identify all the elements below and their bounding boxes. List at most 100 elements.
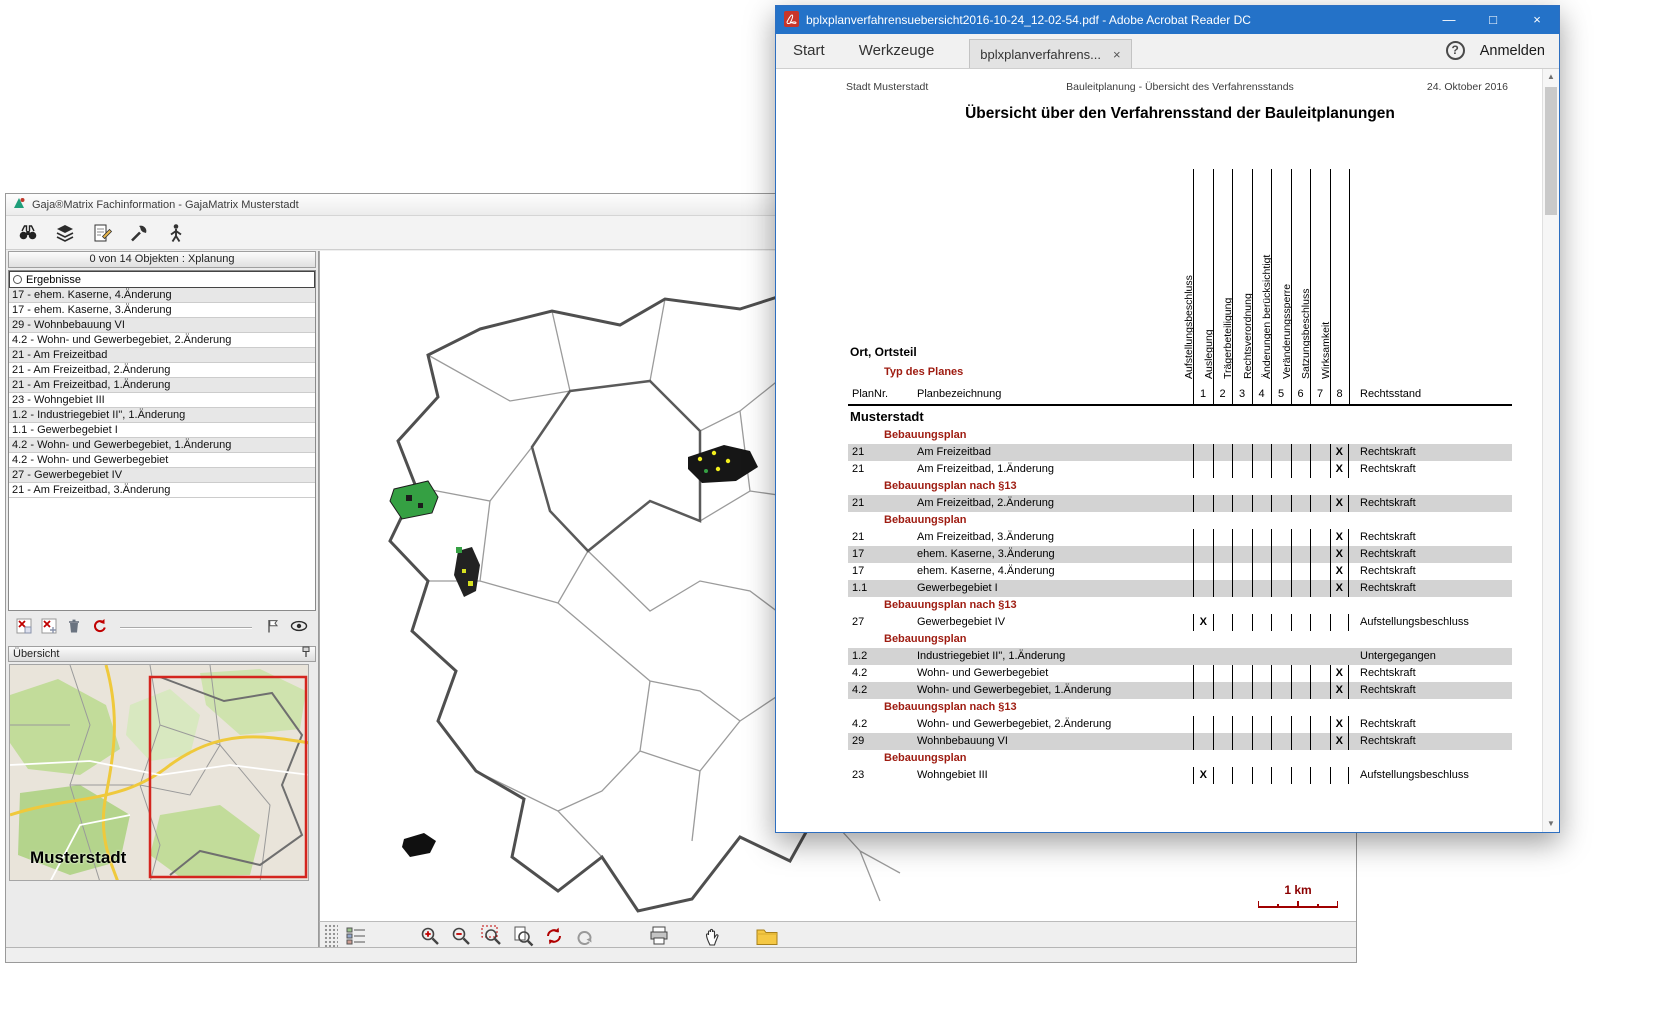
zoom-in-icon[interactable]: [417, 924, 443, 948]
tools-icon[interactable]: [127, 221, 151, 245]
label-rechtsstand: Rechtsstand: [1360, 388, 1421, 400]
plan-row: 1.2Industriegebiet II", 1.ÄnderungUnterg…: [848, 648, 1512, 665]
result-item[interactable]: 4.2 - Wohn- und Gewerbegebiet, 2.Änderun…: [9, 333, 315, 348]
scroll-thumb[interactable]: [1545, 87, 1557, 215]
plan-row: 21Am Freizeitbad, 3.ÄnderungXRechtskraft: [848, 529, 1512, 546]
mark-cell-8: X: [1330, 444, 1350, 461]
tab-werkzeuge[interactable]: Werkzeuge: [842, 33, 952, 68]
acrobat-titlebar[interactable]: bplxplanverfahrensuebersicht2016-10-24_1…: [776, 6, 1559, 34]
mark-cell-6: [1291, 733, 1311, 750]
delete-all-icon[interactable]: [41, 618, 57, 639]
mark-cell-2: [1213, 733, 1233, 750]
result-item[interactable]: 1.1 - Gewerbegebiet I: [9, 423, 315, 438]
mark-cell-6: [1291, 461, 1311, 478]
close-button[interactable]: ×: [1515, 6, 1559, 34]
plan-row: 21Am Freizeitbad, 1.ÄnderungXRechtskraft: [848, 461, 1512, 478]
plan-number: 17: [852, 565, 864, 577]
result-item[interactable]: 21 - Am Freizeitbad, 2.Änderung: [9, 363, 315, 378]
mark-cell-2: [1213, 546, 1233, 563]
plan-row: 4.2Wohn- und Gewerbegebiet, 1.ÄnderungXR…: [848, 682, 1512, 699]
mark-cell-6: [1291, 767, 1311, 784]
reset-icon[interactable]: [91, 618, 107, 639]
plan-number: 4.2: [852, 684, 867, 696]
results-root[interactable]: Ergebnisse: [9, 271, 315, 288]
zoom-extent-icon[interactable]: [510, 924, 536, 948]
mark-cell-6: [1291, 614, 1311, 631]
open-folder-icon[interactable]: [754, 924, 780, 948]
column-label-1: Aufstellungsbeschluss: [1182, 275, 1197, 379]
results-root-icon: [13, 275, 22, 284]
status-marks: X: [1193, 682, 1349, 699]
rechtsstand-value: Aufstellungsbeschluss: [1360, 616, 1469, 628]
pdf-header-right: 24. Oktober 2016: [1427, 81, 1508, 93]
pdf-rows: Bebauungsplan21Am FreizeitbadXRechtskraf…: [848, 427, 1512, 784]
mark-cell-3: [1232, 529, 1252, 546]
help-icon[interactable]: ?: [1446, 41, 1465, 60]
notes-icon[interactable]: [90, 221, 114, 245]
document-tab[interactable]: bplxplanverfahrens... ×: [969, 39, 1131, 68]
zoom-window-icon[interactable]: [479, 924, 505, 948]
mark-cell-2: [1213, 716, 1233, 733]
mark-cell-8: X: [1330, 716, 1350, 733]
column-label-4: Rechtsverordnung: [1241, 293, 1256, 379]
result-item[interactable]: 27 - Gewerbegebiet IV: [9, 468, 315, 483]
column-number-7: 7: [1310, 388, 1330, 400]
search-icon[interactable]: [16, 221, 40, 245]
trash-icon[interactable]: [66, 618, 82, 639]
mark-cell-1: [1193, 665, 1213, 682]
mark-cell-3: [1232, 444, 1252, 461]
print-icon[interactable]: [646, 924, 672, 948]
result-item[interactable]: 17 - ehem. Kaserne, 3.Änderung: [9, 303, 315, 318]
scroll-down-icon[interactable]: ▼: [1543, 817, 1559, 831]
undo-icon[interactable]: [572, 924, 598, 948]
mark-cell-1: [1193, 733, 1213, 750]
pin-icon[interactable]: [301, 646, 311, 662]
tab-close-icon[interactable]: ×: [1113, 47, 1121, 62]
legend-icon[interactable]: [343, 924, 369, 948]
result-item[interactable]: 23 - Wohngebiet III: [9, 393, 315, 408]
mark-cell-1: [1193, 546, 1213, 563]
tab-start[interactable]: Start: [776, 33, 842, 68]
maximize-button[interactable]: □: [1471, 6, 1515, 34]
overview-map[interactable]: Musterstadt: [9, 664, 309, 881]
minimize-button[interactable]: —: [1427, 6, 1471, 34]
result-item[interactable]: 4.2 - Wohn- und Gewerbegebiet: [9, 453, 315, 468]
plan-number: 27: [852, 616, 864, 628]
toolbar-grip[interactable]: [324, 924, 338, 948]
result-item[interactable]: 21 - Am Freizeitbad, 1.Änderung: [9, 378, 315, 393]
eye-icon[interactable]: [290, 618, 308, 639]
scroll-up-icon[interactable]: ▲: [1543, 70, 1559, 84]
result-item[interactable]: 1.2 - Industriegebiet II", 1.Änderung: [9, 408, 315, 423]
mark-cell-2: [1213, 614, 1233, 631]
plan-type-heading: Bebauungsplan nach §13: [848, 478, 1512, 495]
flag-icon[interactable]: [265, 618, 281, 639]
plan-row: 17ehem. Kaserne, 3.ÄnderungXRechtskraft: [848, 546, 1512, 563]
mark-cell-1: [1193, 495, 1213, 512]
result-item[interactable]: 29 - Wohnbebauung VI: [9, 318, 315, 333]
uebersicht-header[interactable]: Übersicht: [8, 646, 316, 662]
mark-cell-7: [1310, 461, 1330, 478]
delete-object-icon[interactable]: [16, 618, 32, 639]
zoom-out-icon[interactable]: [448, 924, 474, 948]
anmelden-link[interactable]: Anmelden: [1480, 43, 1545, 59]
column-number-5: 5: [1271, 388, 1291, 400]
result-item[interactable]: 4.2 - Wohn- und Gewerbegebiet, 1.Änderun…: [9, 438, 315, 453]
left-panel: 0 von 14 Objekten : Xplanung Ergebnisse …: [6, 251, 319, 947]
map-scale-bar: [1258, 899, 1338, 908]
mark-cell-2: [1213, 529, 1233, 546]
result-item[interactable]: 21 - Am Freizeitbad, 3.Änderung: [9, 483, 315, 498]
mark-cell-5: [1271, 733, 1291, 750]
acrobat-tabbar: Start Werkzeuge bplxplanverfahrens... × …: [776, 34, 1559, 69]
status-marks: X: [1193, 614, 1349, 631]
pan-hand-icon[interactable]: [700, 924, 726, 948]
scrollbar[interactable]: ▲ ▼: [1542, 69, 1559, 832]
layers-icon[interactable]: [53, 221, 77, 245]
person-icon[interactable]: [164, 221, 188, 245]
result-item[interactable]: 17 - ehem. Kaserne, 4.Änderung: [9, 288, 315, 303]
mark-cell-5: [1271, 716, 1291, 733]
mark-cell-6: [1291, 665, 1311, 682]
result-item[interactable]: 21 - Am Freizeitbad: [9, 348, 315, 363]
refresh-icon[interactable]: [541, 924, 567, 948]
plan-type-label: Bebauungsplan nach §13: [884, 701, 1017, 713]
mark-cell-1: [1193, 529, 1213, 546]
